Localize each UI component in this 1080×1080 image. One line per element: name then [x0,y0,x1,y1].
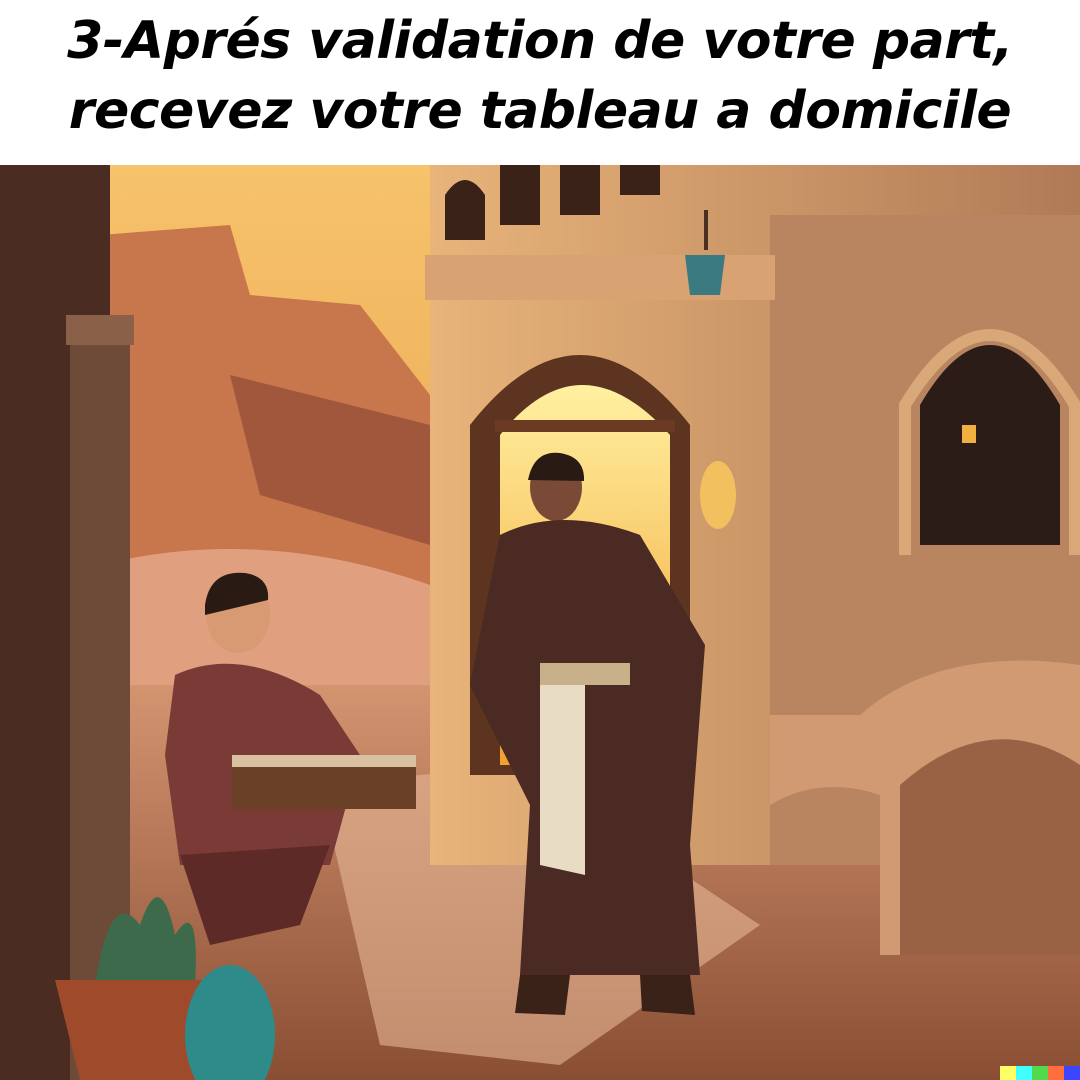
right-window-light [962,425,976,443]
illustration [0,165,1080,1080]
caption: 3-Aprés validation de votre part, receve… [0,0,1080,165]
painting-top [232,755,416,767]
curved-wall-arch [900,739,1080,955]
top-window-3 [560,165,600,215]
caption-line-2: recevez votre tableau a domicile [68,81,1012,141]
recipient-belt [540,663,630,685]
watermark-swatch-1 [1000,1066,1016,1080]
watermark-swatch-2 [1016,1066,1032,1080]
top-window-4 [620,165,660,195]
top-arch-1 [445,180,485,240]
painting-box [232,763,416,809]
lantern [685,255,725,295]
recipient-apron [540,685,585,875]
left-column-cap [66,315,134,345]
top-window-2 [500,165,540,225]
lantern-hook [704,210,708,250]
watermark [1000,1066,1080,1080]
caption-line-1: 3-Aprés validation de votre part, [67,11,1013,71]
door-lintel [495,420,675,432]
watermark-swatch-3 [1032,1066,1048,1080]
wall-lamp [700,461,736,529]
watermark-swatch-5 [1064,1066,1080,1080]
right-alcove [920,345,1060,545]
watermark-swatch-4 [1048,1066,1064,1080]
